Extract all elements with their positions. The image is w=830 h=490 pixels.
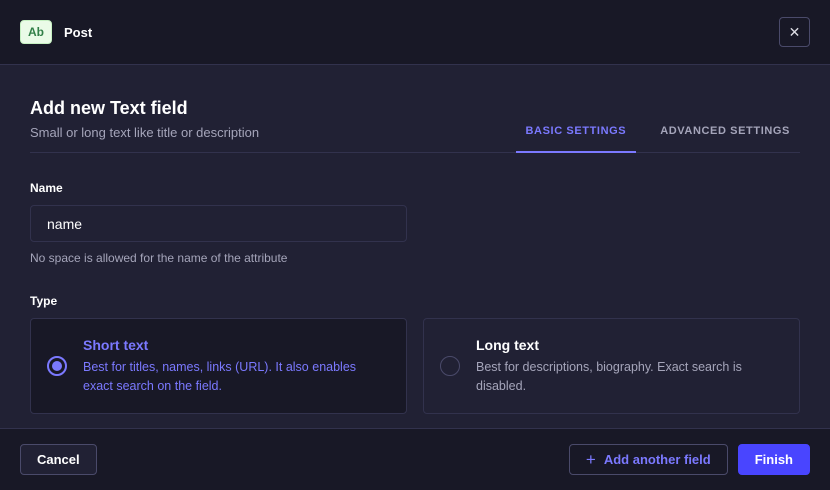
content-type-title: Post (64, 25, 92, 40)
add-another-field-label: Add another field (604, 452, 711, 467)
footer-actions: + Add another field Finish (569, 444, 810, 475)
type-field-section: Type Short text Best for titles, names, … (30, 292, 800, 414)
type-option-title: Long text (476, 337, 776, 353)
modal-header: Ab Post ✕ (0, 0, 830, 65)
modal-footer: Cancel + Add another field Finish (0, 428, 830, 490)
modal-body: Add new Text field Small or long text li… (0, 65, 830, 428)
title-row: Add new Text field Small or long text li… (30, 98, 800, 153)
name-field-section: Name No space is allowed for the name of… (30, 179, 800, 265)
type-option-text: Short text Best for titles, names, links… (83, 337, 383, 394)
finish-button[interactable]: Finish (738, 444, 810, 475)
close-icon: ✕ (789, 25, 801, 39)
tab-basic-settings[interactable]: BASIC SETTINGS (516, 125, 637, 153)
tab-advanced-settings[interactable]: ADVANCED SETTINGS (650, 125, 800, 153)
type-option-long-text[interactable]: Long text Best for descriptions, biograp… (423, 318, 800, 414)
settings-tabs: BASIC SETTINGS ADVANCED SETTINGS (516, 125, 800, 152)
type-options: Short text Best for titles, names, links… (30, 318, 800, 414)
type-option-title: Short text (83, 337, 383, 353)
type-option-description: Best for titles, names, links (URL). It … (83, 358, 383, 394)
name-field-hint: No space is allowed for the name of the … (30, 251, 800, 265)
radio-unselected-icon[interactable] (440, 356, 460, 376)
page-subtitle: Small or long text like title or descrip… (30, 125, 259, 140)
type-option-text: Long text Best for descriptions, biograp… (476, 337, 776, 394)
type-option-short-text[interactable]: Short text Best for titles, names, links… (30, 318, 407, 414)
add-another-field-button[interactable]: + Add another field (569, 444, 728, 475)
name-input[interactable] (30, 205, 407, 242)
name-field-label: Name (30, 181, 63, 195)
title-block: Add new Text field Small or long text li… (30, 98, 259, 152)
field-type-badge: Ab (20, 20, 52, 44)
cancel-button[interactable]: Cancel (20, 444, 97, 475)
type-option-description: Best for descriptions, biography. Exact … (476, 358, 776, 394)
radio-selected-icon[interactable] (47, 356, 67, 376)
page-title: Add new Text field (30, 98, 259, 119)
plus-icon: + (586, 451, 596, 468)
close-button[interactable]: ✕ (779, 17, 810, 47)
type-field-label: Type (30, 294, 57, 308)
